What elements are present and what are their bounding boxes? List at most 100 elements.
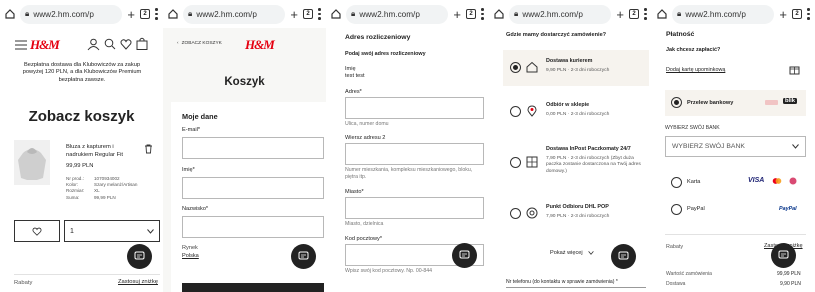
url-text: www2.hm.com/p [685,9,746,19]
tab-count[interactable]: 2 [792,9,802,19]
product-image[interactable] [14,140,50,185]
delivery-option-name: Dostawa InPost Paczkomaty 24/7 [546,146,631,152]
continue-button[interactable] [182,283,324,292]
pickup-point-icon [526,207,538,219]
delivery-option-detail: 7,90 PLN · 2-3 dni roboczych [546,214,610,219]
payment-radio[interactable] [671,97,682,108]
bank-select-value: WYBIERZ SWÓJ BANK [672,143,745,150]
home-delivery-icon [526,61,538,73]
gift-card-icon [789,66,800,75]
menu-icon[interactable] [644,8,647,20]
address-bar[interactable]: 🔒︎ www2.hm.com/p [20,4,123,24]
first-name-field[interactable] [182,177,324,199]
new-tab-icon[interactable]: + [453,8,461,21]
chat-button[interactable] [452,243,477,268]
chevron-left-icon: ‹ [177,41,179,46]
menu-icon[interactable] [155,8,158,20]
lock-icon: 🔒︎ [514,9,519,18]
delivery-radio[interactable] [510,157,521,168]
url-text: www2.hm.com/p [359,9,420,19]
home-icon[interactable] [5,9,15,19]
country-link[interactable]: Polska [182,253,199,259]
url-text: www2.hm.com/p [522,9,583,19]
show-more-button[interactable]: Pokaż więcej [550,250,594,256]
chevron-down-icon [587,251,594,255]
lock-icon: 🔒︎ [351,9,356,18]
menu-icon[interactable] [481,8,484,20]
address-field[interactable] [345,97,484,119]
chat-button[interactable] [127,244,152,269]
postal-code-label: Kod pocztowy* [345,236,383,242]
show-more-label: Pokaż więcej [550,250,583,256]
delivery-radio[interactable] [510,62,521,73]
product-name[interactable]: Bluza z kapturem i nadrukiem Regular Fit [66,144,136,159]
payment-option-label: PayPal [687,206,705,212]
search-icon[interactable] [104,38,116,50]
new-tab-icon[interactable]: + [616,8,624,21]
email-field[interactable] [182,137,324,159]
browser-toolbar: 🔒︎ www2.hm.com/p + 2 [326,0,489,28]
last-name-field[interactable] [182,216,324,238]
home-icon[interactable] [657,9,667,19]
chevron-down-icon [147,228,154,234]
back-link[interactable]: ‹ ZOBACZ KOSZYK [177,41,222,46]
menu-icon[interactable] [807,8,810,20]
quantity-select[interactable]: 1 [64,220,160,242]
browser-toolbar: 🔒︎ www2.hm.com/p + 2 [163,0,326,28]
bank-select[interactable]: WYBIERZ SWÓJ BANK [665,136,806,157]
store-pin-icon [527,105,537,117]
home-icon[interactable] [168,9,178,19]
hm-logo[interactable]: H&M [30,37,60,53]
payment-radio[interactable] [671,204,682,215]
phone-field-border [506,287,646,288]
tab-count[interactable]: 2 [466,9,476,19]
payment-option-label: Karta [687,179,701,185]
wishlist-button[interactable] [14,220,60,242]
apply-discount-link[interactable]: Zastosuj zniżkę [118,279,158,285]
hamburger-icon[interactable] [15,40,27,50]
order-value-label: Wartość zamówienia [666,271,712,277]
chat-button[interactable] [611,244,636,269]
address-bar[interactable]: 🔒︎ www2.hm.com/p [346,4,449,24]
gift-card-link[interactable]: Dodaj kartę upominkową [666,67,725,73]
discounts-label: Rabaty [14,280,33,286]
delivery-radio[interactable] [510,208,521,219]
delivery-radio[interactable] [510,106,521,117]
home-icon[interactable] [494,9,504,19]
divider [665,234,806,235]
hm-logo[interactable]: H&M [245,37,275,53]
postal-code-hint: Wpisz swój kod pocztowy. Np. 00-844 [345,268,432,274]
address-line2-field[interactable] [345,143,484,165]
trash-icon[interactable] [144,144,153,154]
product-details: Nr prod.: 1070934002 Kolor: Szary melanż/A… [66,176,137,201]
tab-count[interactable]: 2 [629,9,639,19]
tab-count[interactable]: 2 [303,9,313,19]
menu-icon[interactable] [318,8,321,20]
detail-value: Szary melanż/Artisan [94,182,138,188]
bag-icon[interactable] [136,37,148,50]
address-bar[interactable]: 🔒︎ www2.hm.com/p [183,4,286,24]
name-value: test test [345,73,365,79]
new-tab-icon[interactable]: + [127,8,135,21]
name-label: Imię [345,66,356,72]
new-tab-icon[interactable]: + [779,8,787,21]
address-line2-label: Wiersz adresu 2 [345,135,386,141]
browser-toolbar: 🔒︎ www2.hm.com/p + 2 [489,0,652,28]
chevron-down-icon [792,144,799,149]
address-bar[interactable]: 🔒︎ www2.hm.com/p [509,4,612,24]
address-bar[interactable]: 🔒︎ www2.hm.com/p [672,4,775,24]
heart-icon[interactable] [120,38,132,50]
city-label: Miasto* [345,189,364,195]
account-icon[interactable] [87,38,100,51]
back-link-label: ZOBACZ KOSZYK [181,41,222,46]
home-icon[interactable] [331,9,341,19]
tab-count[interactable]: 2 [140,9,150,19]
payment-radio[interactable] [671,177,682,188]
chat-button[interactable] [291,244,316,269]
section-title: Adres rozliczeniowy [345,34,411,41]
city-field[interactable] [345,197,484,219]
card-brand-icon [789,177,797,185]
new-tab-icon[interactable]: + [290,8,298,21]
section-title: Płatność [666,31,695,38]
chat-button[interactable] [771,243,796,268]
